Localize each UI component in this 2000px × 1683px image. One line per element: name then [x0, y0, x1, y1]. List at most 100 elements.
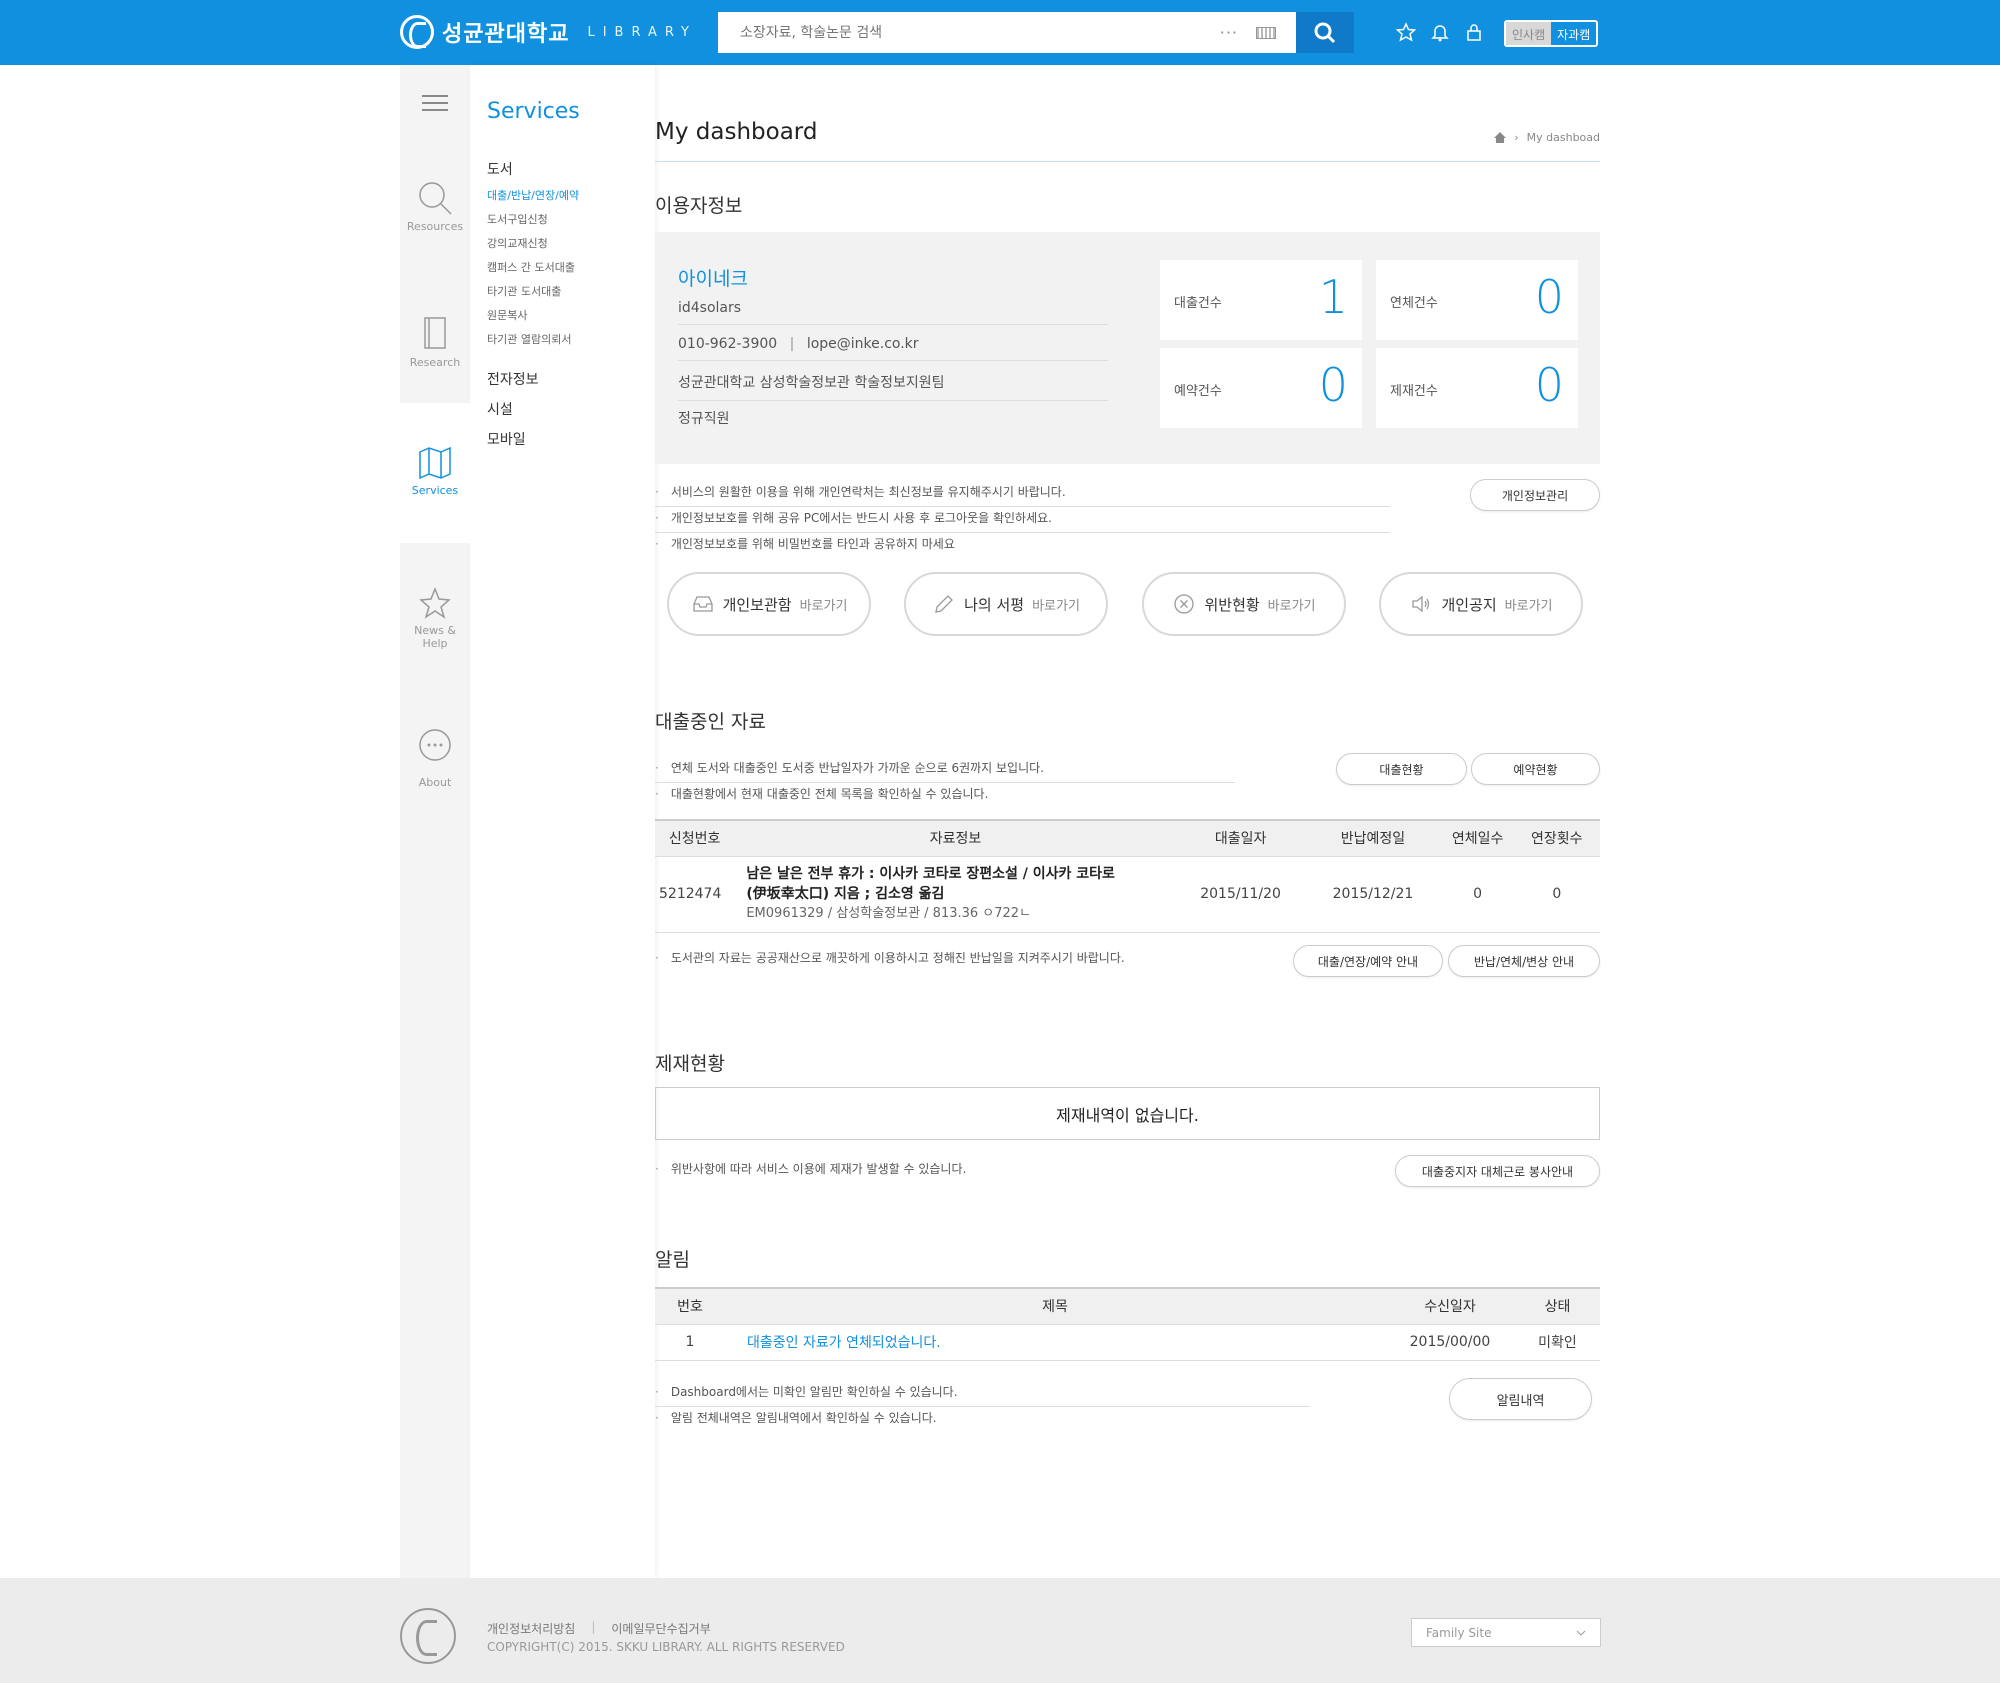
- manage-profile-button[interactable]: 개인정보관리: [1470, 479, 1600, 511]
- quick-label: 나의 서평: [964, 595, 1025, 614]
- user-id: id4solars: [678, 300, 1108, 325]
- section-title-loans: 대출중인 자료: [655, 711, 766, 733]
- alert-note: 알림 전체내역은 알림내역에서 확인하실 수 있습니다.: [655, 1409, 937, 1426]
- search-button[interactable]: [1296, 12, 1354, 53]
- col-header: 신청번호: [655, 819, 735, 857]
- page-title: My dashboard: [655, 119, 818, 145]
- table-row[interactable]: 1 대출중인 자료가 연체되었습니다. 2015/00/00 미확인: [655, 1324, 1600, 1361]
- rail-label: Resources: [406, 220, 464, 233]
- search-input[interactable]: [740, 24, 1220, 41]
- more-circle-icon: [419, 729, 451, 761]
- pin-icon: [419, 586, 451, 619]
- table-header-row: 번호 제목 수신일자 상태: [655, 1287, 1600, 1325]
- quick-locker-button[interactable]: 개인보관함 바로가기: [667, 572, 871, 636]
- privacy-policy-link[interactable]: 개인정보처리방침: [487, 1620, 575, 1637]
- keyboard-icon[interactable]: [1256, 26, 1276, 39]
- book-icon: [424, 317, 446, 349]
- stat-value: 0: [1318, 358, 1348, 412]
- search-options-button[interactable]: ···: [1220, 23, 1238, 42]
- quick-label: 위반현황: [1204, 595, 1260, 614]
- section-title-user: 이용자정보: [655, 195, 743, 217]
- quick-review-button[interactable]: 나의 서평 바로가기: [904, 572, 1108, 636]
- loan-no: 5212474: [655, 856, 735, 933]
- loan-title-line2: (伊坂幸太口) 지음 ; 김소영 옮김: [746, 886, 945, 902]
- user-dept: 성균관대학교 삼성학술정보관 학술정보지원팀: [678, 372, 1108, 401]
- table-row[interactable]: 5212474 남은 날은 전부 휴가 : 이사카 코타로 장편소설 / 이사카…: [655, 856, 1600, 933]
- campus-switch: 인사캠 자과캠: [1504, 20, 1599, 47]
- subnav-item-textbook[interactable]: 강의교재신청: [487, 235, 548, 251]
- reservation-status-button[interactable]: 예약현황: [1471, 753, 1600, 785]
- subnav-group-books[interactable]: 도서: [487, 159, 513, 179]
- col-header: 자료정보: [734, 819, 1177, 857]
- stat-label: 예약건수: [1174, 384, 1222, 399]
- rail-item-research[interactable]: Research: [400, 295, 470, 415]
- campus-science-tab[interactable]: 자과캠: [1551, 22, 1597, 45]
- map-icon: [419, 446, 451, 480]
- stat-sanctions[interactable]: 제재건수 0: [1376, 348, 1578, 428]
- alert-no: 1: [655, 1324, 725, 1361]
- loan-note: 대출현황에서 현재 대출중인 전체 목록을 확인하실 수 있습니다.: [655, 785, 989, 802]
- user-role: 정규직원: [678, 411, 730, 427]
- loan-title-line1[interactable]: 남은 날은 전부 휴가 : 이사카 코타로 장편소설 / 이사카 코타로: [746, 864, 1176, 884]
- renewal-count: 0: [1513, 856, 1600, 933]
- campus-humanities-tab[interactable]: 인사캠: [1506, 22, 1552, 45]
- lock-icon[interactable]: [1464, 22, 1484, 42]
- stat-value: 0: [1534, 270, 1564, 324]
- rail-item-resources[interactable]: Resources: [400, 165, 470, 275]
- stat-label: 제재건수: [1390, 384, 1438, 399]
- subnav-item-copy[interactable]: 원문복사: [487, 307, 527, 323]
- quick-notice-button[interactable]: 개인공지 바로가기: [1379, 572, 1583, 636]
- copyright: COPYRIGHT(C) 2015. SKKU LIBRARY. ALL RIG…: [487, 1640, 845, 1654]
- stat-value: 1: [1318, 270, 1348, 324]
- star-icon[interactable]: [1395, 22, 1417, 42]
- section-title-sanction: 제재현황: [655, 1053, 725, 1075]
- loan-status-button[interactable]: 대출현황: [1336, 753, 1467, 785]
- volunteer-guide-button[interactable]: 대출중지자 대체근로 봉사안내: [1395, 1155, 1600, 1187]
- top-header: 성균관대학교 LIBRARY ··· 인사캠 자과캠: [0, 0, 2000, 65]
- col-header: 수신일자: [1385, 1287, 1515, 1325]
- logo-name: 성균관대학교: [442, 22, 570, 47]
- subnav-group-e[interactable]: 전자정보: [487, 369, 539, 389]
- rail-item-services[interactable]: Services: [400, 403, 470, 543]
- subnav-item-purchase[interactable]: 도서구입신청: [487, 211, 548, 227]
- stat-loans[interactable]: 대출건수 1: [1160, 260, 1362, 340]
- email-policy-link[interactable]: 이메일무단수집거부: [611, 1620, 710, 1637]
- col-header: 연체일수: [1441, 819, 1514, 857]
- site-logo[interactable]: 성균관대학교 LIBRARY: [400, 12, 697, 52]
- return-guide-button[interactable]: 반납/연체/변상 안내: [1448, 945, 1600, 977]
- subnav-item-ill[interactable]: 타기관 도서대출: [487, 283, 561, 299]
- subnav-group-mobile[interactable]: 모바일: [487, 429, 526, 449]
- user-phone: 010-962-3900: [678, 336, 778, 352]
- family-site-select[interactable]: Family Site: [1411, 1618, 1601, 1647]
- footer-seal-icon: [400, 1608, 456, 1664]
- quick-violation-button[interactable]: 위반현황 바로가기: [1142, 572, 1346, 636]
- stat-reservations[interactable]: 예약건수 0: [1160, 348, 1362, 428]
- subnav-item-campus-loan[interactable]: 캠퍼스 간 도서대출: [487, 259, 575, 275]
- title-divider: [655, 161, 1600, 162]
- alert-history-button[interactable]: 알림내역: [1449, 1378, 1592, 1420]
- menu-toggle[interactable]: [400, 93, 470, 116]
- footer: 개인정보처리방침 | 이메일무단수집거부 COPYRIGHT(C) 2015. …: [0, 1578, 2000, 1683]
- rail-label: Services: [411, 484, 459, 497]
- loan-guide-button[interactable]: 대출/연장/예약 안내: [1293, 945, 1443, 977]
- col-header: 연장횟수: [1513, 819, 1600, 857]
- subnav-item-loan[interactable]: 대출/반납/연장/예약: [487, 187, 579, 203]
- breadcrumb-current: My dashboad: [1526, 131, 1600, 144]
- stat-label: 대출건수: [1174, 296, 1222, 311]
- col-header: 제목: [725, 1287, 1385, 1325]
- bell-icon[interactable]: [1430, 22, 1450, 42]
- user-contact: 010-962-3900 | lope@inke.co.kr: [678, 336, 1108, 361]
- home-icon[interactable]: [1494, 132, 1507, 143]
- x-circle-icon: [1174, 594, 1195, 614]
- subnav-item-access[interactable]: 타기관 열람의뢰서: [487, 331, 571, 347]
- subnav-group-facility[interactable]: 시설: [487, 399, 513, 419]
- loan-item-info[interactable]: 남은 날은 전부 휴가 : 이사카 코타로 장편소설 / 이사카 코타로 (伊坂…: [734, 856, 1177, 933]
- stat-overdue[interactable]: 연체건수 0: [1376, 260, 1578, 340]
- alert-date: 2015/00/00: [1385, 1324, 1515, 1361]
- breadcrumb-separator-icon: ›: [1514, 131, 1519, 144]
- loan-date: 2015/11/20: [1176, 856, 1305, 933]
- search-icon: [1314, 22, 1336, 43]
- alert-title-link[interactable]: 대출중인 자료가 연체되었습니다.: [725, 1324, 1385, 1361]
- rail-item-news-help[interactable]: News & Help: [400, 565, 470, 675]
- rail-item-about[interactable]: About: [400, 715, 470, 825]
